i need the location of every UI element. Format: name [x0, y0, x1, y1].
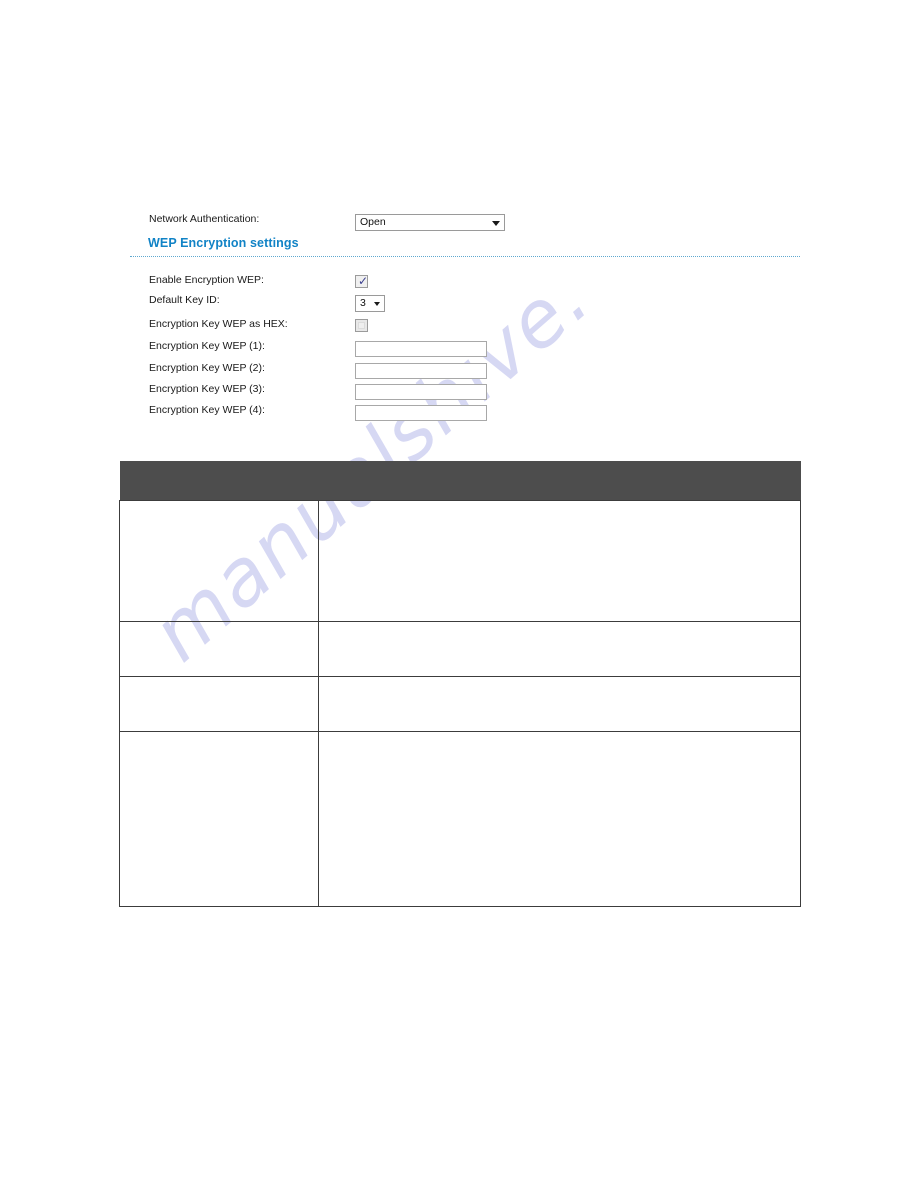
table-body [119, 500, 801, 907]
label-encryption-key-wep-4: Encryption Key WEP (4): [149, 404, 265, 416]
table-cell-parameter [119, 676, 319, 732]
table-cell-parameter [119, 621, 319, 677]
label-encryption-key-wep-3: Encryption Key WEP (3): [149, 383, 265, 395]
section-divider [130, 256, 800, 257]
control-default-key-id: 3 [355, 293, 385, 312]
control-encryption-key-wep-2 [355, 361, 487, 379]
table-cell-description [318, 676, 801, 732]
table-header-cell-parameter [119, 461, 319, 501]
encryption-key-wep-as-hex-checkbox[interactable] [355, 319, 368, 333]
parameter-description-table [119, 461, 801, 907]
table-cell-description [318, 731, 801, 907]
table-cell-description [318, 500, 801, 622]
control-encryption-key-wep-3 [355, 382, 487, 400]
label-encryption-key-wep-1: Encryption Key WEP (1): [149, 340, 265, 352]
control-encryption-key-wep-4 [355, 403, 487, 421]
chevron-down-icon [374, 301, 380, 306]
control-encryption-key-wep-1 [355, 339, 487, 357]
control-network-authentication: Open [355, 212, 505, 231]
network-authentication-value: Open [360, 216, 386, 228]
encryption-key-wep-2-input[interactable] [355, 363, 487, 379]
network-authentication-select[interactable]: Open [355, 214, 505, 231]
label-network-authentication: Network Authentication: [149, 213, 260, 225]
table-cell-parameter [119, 500, 319, 622]
table-row [119, 731, 801, 907]
default-key-id-value: 3 [360, 297, 366, 309]
default-key-id-select[interactable]: 3 [355, 295, 385, 312]
enable-encryption-wep-checkbox[interactable]: ✓ [355, 274, 369, 289]
table-header-row [119, 461, 801, 501]
encryption-key-wep-3-input[interactable] [355, 384, 487, 400]
control-encryption-key-wep-as-hex [355, 317, 368, 335]
table-header-cell-description [318, 461, 801, 501]
encryption-key-wep-1-input[interactable] [355, 341, 487, 357]
check-icon: ✓ [358, 274, 369, 289]
table-cell-parameter [119, 731, 319, 907]
label-default-key-id: Default Key ID: [149, 294, 220, 306]
chevron-down-icon [492, 220, 500, 226]
label-encryption-key-wep-as-hex: Encryption Key WEP as HEX: [149, 318, 288, 330]
table-row [119, 621, 801, 677]
checkbox-inner [358, 322, 365, 330]
document-page: manualshive.com Network Authentication: … [0, 0, 918, 1188]
control-enable-encryption-wep: ✓ [355, 273, 368, 291]
table-header [119, 461, 801, 501]
section-heading-wep-encryption-settings: WEP Encryption settings [148, 236, 299, 250]
table-row [119, 676, 801, 732]
table-cell-description [318, 621, 801, 677]
encryption-key-wep-4-input[interactable] [355, 405, 487, 421]
label-enable-encryption-wep: Enable Encryption WEP: [149, 274, 264, 286]
table-row [119, 500, 801, 622]
label-encryption-key-wep-2: Encryption Key WEP (2): [149, 362, 265, 374]
